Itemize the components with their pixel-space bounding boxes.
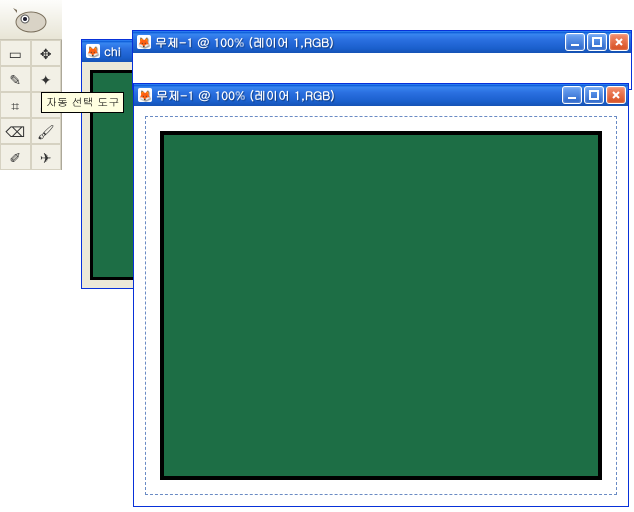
window-doc-front[interactable]: 🦊 무제-1 @ 100% (레이어 1,RGB) bbox=[133, 83, 629, 507]
window-title: 무제-1 @ 100% (레이어 1,RGB) bbox=[156, 87, 562, 104]
window-controls bbox=[565, 33, 629, 51]
image-canvas[interactable] bbox=[160, 131, 602, 480]
tool-magic-wand[interactable]: ✦ bbox=[31, 66, 62, 92]
tool-move[interactable]: ✥ bbox=[31, 40, 62, 66]
tool-pencil[interactable]: ✐ bbox=[0, 144, 31, 170]
window-title: 무제-1 @ 100% (레이어 1,RGB) bbox=[155, 34, 565, 51]
toolbox-panel: ▭ ✥ ✎ ✦ ⌗ ⤢ ⌫ 🖌 ✐ ✈ bbox=[0, 0, 62, 170]
tool-brush[interactable]: 🖌 bbox=[31, 118, 62, 144]
maximize-button[interactable] bbox=[587, 33, 607, 51]
selection-marquee[interactable] bbox=[145, 116, 617, 495]
minimize-button[interactable] bbox=[565, 33, 585, 51]
close-button[interactable] bbox=[609, 33, 629, 51]
window-doc-back[interactable]: 🦊 무제-1 @ 100% (레이어 1,RGB) bbox=[132, 30, 632, 90]
window-icon: 🦊 bbox=[138, 88, 152, 102]
tool-eraser[interactable]: ⌫ bbox=[0, 118, 31, 144]
titlebar-doc-front[interactable]: 🦊 무제-1 @ 100% (레이어 1,RGB) bbox=[134, 84, 628, 106]
doc-client-area bbox=[135, 106, 627, 505]
tooltip: 자동 선택 도구 bbox=[41, 92, 124, 113]
window-icon: 🦊 bbox=[86, 44, 100, 58]
tool-crop[interactable]: ⌗ bbox=[0, 92, 31, 118]
tool-airbrush[interactable]: ✈ bbox=[31, 144, 62, 170]
desktop: ▭ ✥ ✎ ✦ ⌗ ⤢ ⌫ 🖌 ✐ ✈ 자동 선택 도구 🦊 chi 🦊 무제-… bbox=[0, 0, 634, 512]
window-controls bbox=[562, 86, 626, 104]
tool-lasso[interactable]: ✎ bbox=[0, 66, 31, 92]
window-icon: 🦊 bbox=[137, 35, 151, 49]
close-button[interactable] bbox=[606, 86, 626, 104]
titlebar-doc-back[interactable]: 🦊 무제-1 @ 100% (레이어 1,RGB) bbox=[133, 31, 631, 53]
maximize-button[interactable] bbox=[584, 86, 604, 104]
tool-rect-select[interactable]: ▭ bbox=[0, 40, 31, 66]
minimize-button[interactable] bbox=[562, 86, 582, 104]
app-logo bbox=[0, 0, 62, 40]
